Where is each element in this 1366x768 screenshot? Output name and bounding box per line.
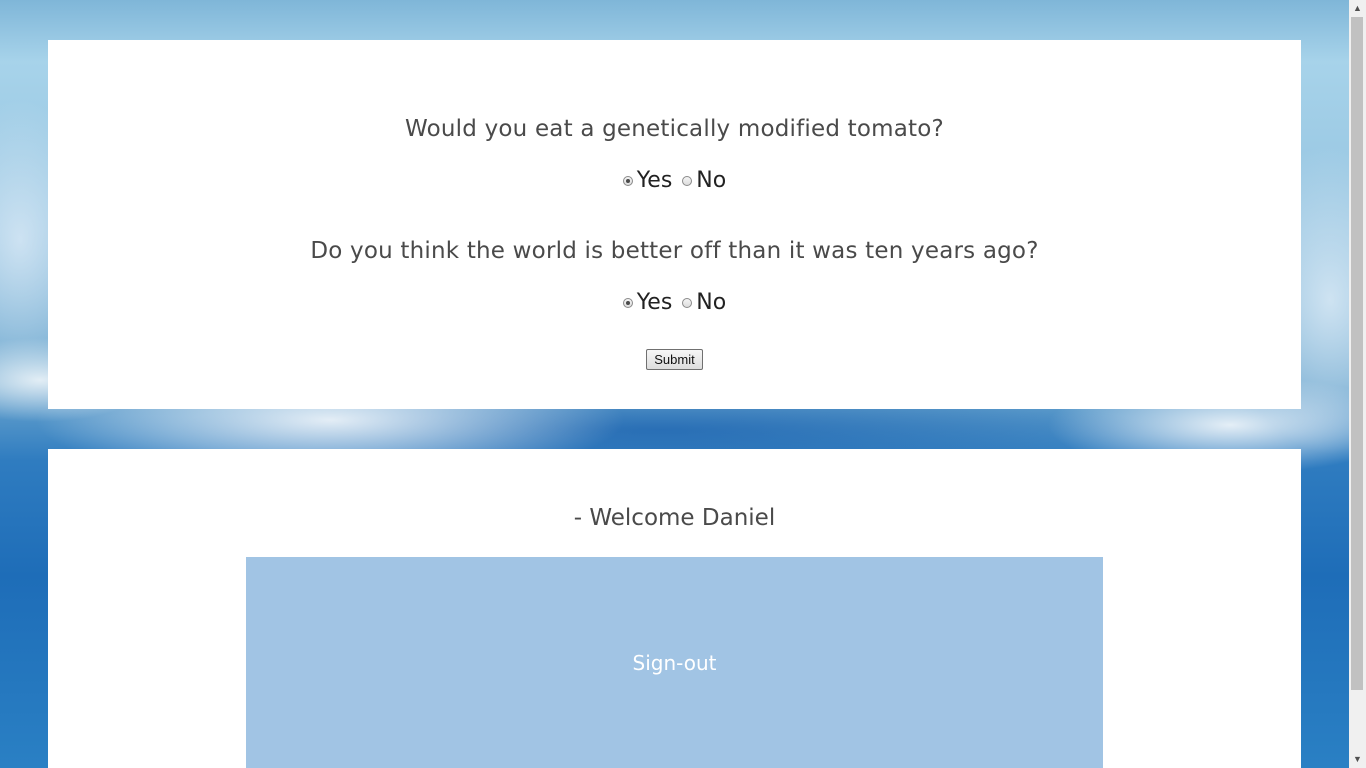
- survey-card: Would you eat a genetically modified tom…: [48, 40, 1301, 409]
- option-yes-label: Yes: [636, 290, 673, 315]
- welcome-card: - Welcome Daniel Sign-out: [48, 449, 1301, 768]
- question-world-better-off-options: Yes No: [48, 290, 1301, 315]
- question-gm-tomato-options: Yes No: [48, 168, 1301, 193]
- vertical-scrollbar[interactable]: ▲ ▼: [1349, 0, 1366, 768]
- question-world-better-off: Do you think the world is better off tha…: [310, 238, 1039, 264]
- radio-yes[interactable]: [622, 297, 633, 308]
- option-yes[interactable]: Yes: [622, 168, 673, 193]
- option-no-label: No: [696, 168, 727, 193]
- radio-no[interactable]: [682, 297, 693, 308]
- arrow-up-icon[interactable]: ▲: [1349, 0, 1366, 17]
- welcome-message: - Welcome Daniel: [573, 505, 776, 531]
- arrow-down-icon[interactable]: ▼: [1349, 751, 1366, 768]
- scrollbar-thumb[interactable]: [1351, 17, 1363, 690]
- option-yes-label: Yes: [636, 168, 673, 193]
- question-gm-tomato: Would you eat a genetically modified tom…: [405, 116, 944, 142]
- option-no[interactable]: No: [682, 290, 726, 315]
- radio-yes[interactable]: [622, 175, 633, 186]
- option-yes[interactable]: Yes: [622, 290, 673, 315]
- radio-no[interactable]: [682, 175, 693, 186]
- submit-button[interactable]: Submit: [646, 349, 703, 370]
- option-no-label: No: [696, 290, 727, 315]
- sign-out-label: Sign-out: [632, 650, 717, 675]
- option-no[interactable]: No: [682, 168, 726, 193]
- sign-out-button[interactable]: Sign-out: [246, 557, 1103, 768]
